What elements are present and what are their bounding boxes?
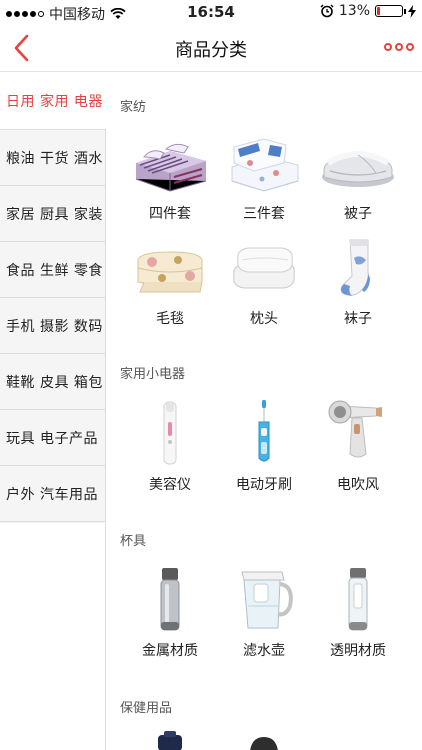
battery-status: 13% [320, 3, 416, 19]
product-label: 毛毯 [156, 311, 184, 327]
section-title-small-appliances: 家用小电器 [120, 367, 186, 382]
product-label: 金属材质 [142, 643, 198, 659]
product-socks[interactable]: 袜子 [308, 238, 408, 328]
product-label: 电吹风 [337, 477, 379, 493]
product-electric-toothbrush[interactable]: 电动牙刷 [214, 398, 314, 494]
sidebar-empty-area [0, 523, 106, 750]
product-blanket[interactable]: 毛毯 [120, 238, 220, 328]
product-water-filter-pitcher[interactable]: 滤水壶 [214, 566, 314, 660]
eye-mask-icon [250, 737, 278, 750]
product-label: 三件套 [243, 206, 285, 222]
quilt-set-icon [231, 138, 299, 192]
product-metal-bottle[interactable]: 金属材质 [120, 566, 220, 660]
product-category-panel: 家纺 四件套 三件套 被子 毛毯 枕头 袜子 家用小电器 美容仪 电动牙刷 电吹… [106, 73, 422, 750]
product-health-item-partial-2[interactable] [214, 731, 314, 750]
section-title-cups: 杯具 [120, 534, 147, 549]
blanket-icon [137, 251, 203, 293]
product-beauty-device[interactable]: 美容仪 [120, 398, 220, 494]
alarm-icon [320, 4, 334, 18]
sidebar-item-toys-electronics[interactable]: 玩具 电子产品 [0, 410, 106, 466]
product-label: 透明材质 [330, 643, 386, 659]
beauty-device-icon [163, 401, 177, 465]
product-glass-bottle[interactable]: 透明材质 [308, 566, 408, 660]
product-bedding-set[interactable]: 四件套 [120, 133, 220, 223]
hair-dryer-icon [328, 400, 382, 458]
metal-bottle-icon [160, 568, 180, 631]
more-button[interactable] [382, 38, 416, 56]
section-title-health-products: 保健用品 [120, 701, 173, 716]
sidebar-item-home-kitchen[interactable]: 家居 厨具 家装 [0, 186, 106, 242]
sidebar-item-outdoor-auto[interactable]: 户外 汽车用品 [0, 466, 106, 522]
page-title: 商品分类 [175, 40, 247, 61]
glass-bottle-icon [348, 568, 368, 631]
section-title-textiles: 家纺 [120, 100, 147, 115]
product-label: 美容仪 [149, 477, 191, 493]
more-icon-dot [395, 43, 403, 51]
pillow-icon [233, 247, 295, 289]
product-duvet[interactable]: 被子 [308, 133, 408, 223]
nav-bar: 商品分类 [0, 24, 422, 72]
sidebar-item-phones-cameras[interactable]: 手机 摄影 数码 [0, 298, 106, 354]
product-label: 枕头 [250, 311, 278, 327]
status-bar: 中国移动 16:54 13% [0, 0, 422, 24]
product-label: 电动牙刷 [236, 477, 292, 493]
charging-icon [408, 4, 416, 18]
sidebar-item-food-snacks[interactable]: 食品 生鲜 零食 [0, 242, 106, 298]
more-icon-dot [406, 43, 414, 51]
sidebar-item-daily-appliances[interactable]: 日用 家用 电器 [0, 73, 106, 130]
product-quilt-set[interactable]: 三件套 [214, 133, 314, 223]
battery-percent: 13% [338, 3, 370, 19]
product-label: 被子 [344, 206, 372, 222]
product-health-item-partial[interactable] [120, 731, 220, 750]
duvet-icon [322, 151, 394, 187]
sidebar-item-grain-oil-drinks[interactable]: 粮油 干货 酒水 [0, 130, 106, 186]
product-pillow[interactable]: 枕头 [214, 238, 314, 328]
sidebar-item-shoes-bags[interactable]: 鞋靴 皮具 箱包 [0, 354, 106, 410]
water-filter-pitcher-icon [241, 571, 293, 629]
sock-icon [340, 239, 370, 296]
product-label: 滤水壶 [243, 643, 285, 659]
product-hair-dryer[interactable]: 电吹风 [308, 398, 408, 494]
supplement-bottle-icon [158, 731, 182, 750]
bedding-set-icon [135, 143, 207, 192]
electric-toothbrush-icon [258, 400, 270, 462]
more-icon [384, 43, 392, 51]
category-sidebar: 日用 家用 电器 粮油 干货 酒水 家居 厨具 家装 食品 生鲜 零食 手机 摄… [0, 73, 106, 750]
product-label: 袜子 [344, 311, 372, 327]
battery-icon [375, 5, 406, 17]
product-label: 四件套 [149, 206, 191, 222]
